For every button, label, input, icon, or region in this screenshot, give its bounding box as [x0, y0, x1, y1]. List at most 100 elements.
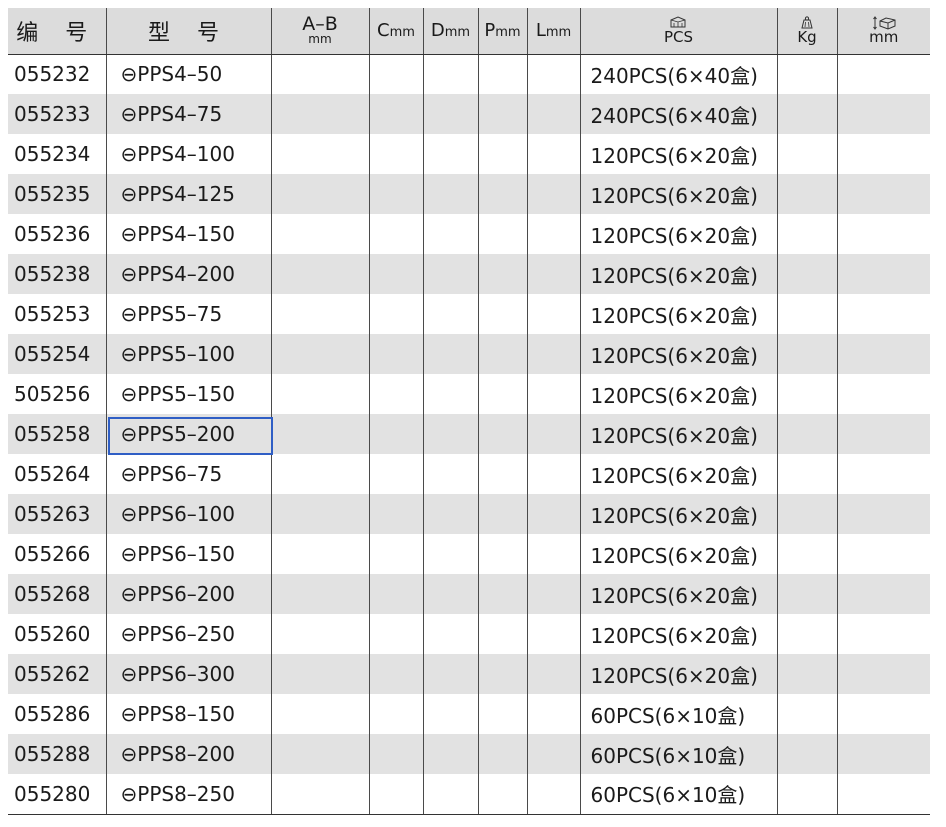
table-row[interactable]: 055260 ⊖PPS6–250 120PCS(6×20盒)	[8, 614, 930, 654]
c-cell	[368, 334, 424, 374]
p-cell	[477, 414, 528, 454]
p-cell	[477, 574, 528, 614]
l-cell	[526, 414, 581, 454]
table-row[interactable]: 055268 ⊖PPS6–200 120PCS(6×20盒)	[8, 574, 930, 614]
size-cell	[836, 374, 930, 414]
table-row[interactable]: 055258 ⊖PPS5–200 120PCS(6×20盒)	[8, 414, 930, 454]
c-cell	[368, 254, 424, 294]
l-cell	[526, 574, 581, 614]
p-cell	[477, 694, 528, 734]
product-table: 编 号 型 号 A–B mm Cmm Dmm Pmm Lmm PCS Kg mm…	[8, 8, 930, 815]
c-cell	[368, 574, 424, 614]
model-cell: ⊖PPS6–250	[105, 614, 272, 654]
packing-cell: 240PCS(6×40盒)	[579, 54, 778, 94]
l-cell	[526, 174, 581, 214]
model-cell: ⊖PPS5–150	[105, 374, 272, 414]
table-row[interactable]: 055238 ⊖PPS4–200 120PCS(6×20盒)	[8, 254, 930, 294]
p-cell	[477, 774, 528, 815]
table-row[interactable]: 055280 ⊖PPS8–250 60PCS(6×10盒)	[8, 774, 930, 815]
header-p: Pmm	[477, 8, 528, 55]
weight-cell	[776, 454, 838, 494]
ab-cell	[270, 334, 370, 374]
ab-cell	[270, 574, 370, 614]
table-row[interactable]: 505256 ⊖PPS5–150 120PCS(6×20盒)	[8, 374, 930, 414]
c-cell	[368, 414, 424, 454]
d-cell	[422, 654, 479, 694]
d-cell	[422, 174, 479, 214]
header-ab: A–B mm	[270, 8, 370, 55]
p-cell	[477, 534, 528, 574]
code-cell: 055238	[8, 254, 107, 294]
table-row[interactable]: 055263 ⊖PPS6–100 120PCS(6×20盒)	[8, 494, 930, 534]
table-row[interactable]: 055234 ⊖PPS4–100 120PCS(6×20盒)	[8, 134, 930, 174]
p-cell	[477, 214, 528, 254]
ab-cell	[270, 294, 370, 334]
p-cell	[477, 454, 528, 494]
table-row[interactable]: 055232 ⊖PPS4–50 240PCS(6×40盒)	[8, 54, 930, 94]
table-row[interactable]: 055235 ⊖PPS4–125 120PCS(6×20盒)	[8, 174, 930, 214]
ab-cell	[270, 174, 370, 214]
c-cell	[368, 654, 424, 694]
model-cell: ⊖PPS4–75	[105, 94, 272, 134]
c-cell	[368, 214, 424, 254]
size-cell	[836, 694, 930, 734]
packing-cell: 120PCS(6×20盒)	[579, 494, 778, 534]
model-cell: ⊖PPS8–150	[105, 694, 272, 734]
model-cell: ⊖PPS5–100	[105, 334, 272, 374]
size-cell	[836, 294, 930, 334]
weight-cell	[776, 574, 838, 614]
table-row[interactable]: 055253 ⊖PPS5–75 120PCS(6×20盒)	[8, 294, 930, 334]
c-cell	[368, 94, 424, 134]
table-row[interactable]: 055266 ⊖PPS6–150 120PCS(6×20盒)	[8, 534, 930, 574]
table-row[interactable]: 055233 ⊖PPS4–75 240PCS(6×40盒)	[8, 94, 930, 134]
table-row[interactable]: 055236 ⊖PPS4–150 120PCS(6×20盒)	[8, 214, 930, 254]
model-cell: ⊖PPS4–150	[105, 214, 272, 254]
header-l: Lmm	[526, 8, 581, 55]
packing-cell: 120PCS(6×20盒)	[579, 134, 778, 174]
l-cell	[526, 54, 581, 94]
l-cell	[526, 774, 581, 815]
size-cell	[836, 654, 930, 694]
header-row: 编 号 型 号 A–B mm Cmm Dmm Pmm Lmm PCS Kg mm	[8, 8, 930, 55]
p-cell	[477, 494, 528, 534]
d-cell	[422, 334, 479, 374]
weight-cell	[776, 494, 838, 534]
p-cell	[477, 134, 528, 174]
size-cell	[836, 174, 930, 214]
l-cell	[526, 534, 581, 574]
size-cell	[836, 534, 930, 574]
size-cell	[836, 94, 930, 134]
size-cell	[836, 454, 930, 494]
table-row[interactable]: 055254 ⊖PPS5–100 120PCS(6×20盒)	[8, 334, 930, 374]
p-cell	[477, 54, 528, 94]
l-cell	[526, 334, 581, 374]
header-kg: Kg	[776, 8, 838, 55]
size-cell	[836, 214, 930, 254]
packing-cell: 240PCS(6×40盒)	[579, 94, 778, 134]
d-cell	[422, 214, 479, 254]
table-row[interactable]: 055264 ⊖PPS6–75 120PCS(6×20盒)	[8, 454, 930, 494]
model-cell: ⊖PPS6–75	[105, 454, 272, 494]
p-cell	[477, 94, 528, 134]
weight-cell	[776, 374, 838, 414]
code-cell: 055236	[8, 214, 107, 254]
c-cell	[368, 734, 424, 774]
model-cell: ⊖PPS6–100	[105, 494, 272, 534]
table-row[interactable]: 055286 ⊖PPS8–150 60PCS(6×10盒)	[8, 694, 930, 734]
c-cell	[368, 174, 424, 214]
weight-cell	[776, 134, 838, 174]
ab-cell	[270, 734, 370, 774]
code-cell: 055268	[8, 574, 107, 614]
packing-cell: 120PCS(6×20盒)	[579, 574, 778, 614]
d-cell	[422, 254, 479, 294]
ab-cell	[270, 494, 370, 534]
p-cell	[477, 654, 528, 694]
weight-cell	[776, 174, 838, 214]
table-row[interactable]: 055288 ⊖PPS8–200 60PCS(6×10盒)	[8, 734, 930, 774]
ab-cell	[270, 54, 370, 94]
code-cell: 055288	[8, 734, 107, 774]
code-cell: 055264	[8, 454, 107, 494]
l-cell	[526, 614, 581, 654]
c-cell	[368, 454, 424, 494]
table-row[interactable]: 055262 ⊖PPS6–300 120PCS(6×20盒)	[8, 654, 930, 694]
